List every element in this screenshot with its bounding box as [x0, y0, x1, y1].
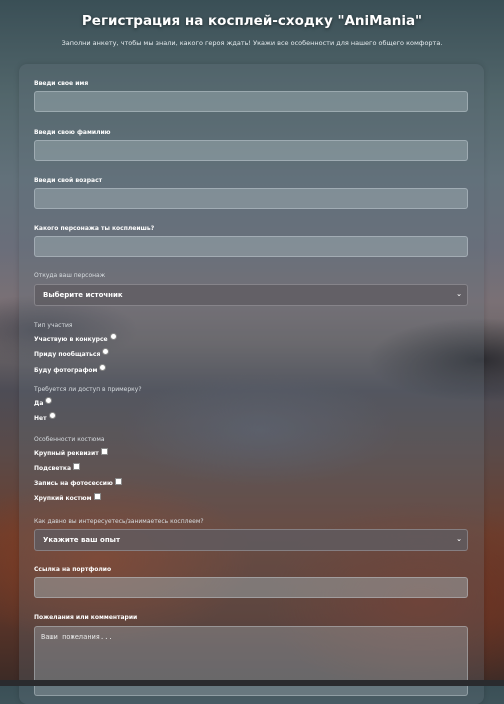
costume-option-lighting[interactable]: Подсветка: [34, 463, 81, 472]
page-subtitle: Заполни анкету, чтобы мы знали, какого г…: [61, 39, 443, 47]
age-label: Введи свой возраст: [34, 177, 103, 184]
participation-label: Тип участия: [34, 322, 73, 329]
last-name-label: Введи свою фамилию: [34, 129, 111, 136]
participation-option-contest[interactable]: Участвую в конкурсе: [34, 333, 117, 343]
source-select-value: Выберите источник: [43, 291, 123, 299]
participation-option-chat[interactable]: Приду пообщаться: [34, 348, 110, 358]
chevron-down-icon: ⌄: [456, 535, 462, 543]
radio-button[interactable]: [102, 348, 110, 355]
checkbox[interactable]: [114, 478, 122, 485]
participation-option-label: Буду фотографом: [34, 367, 98, 374]
comments-placeholder: Ваши пожелания...: [41, 633, 113, 641]
last-name-input[interactable]: [34, 140, 468, 161]
dressing-room-label: Требуется ли доступ в примерку?: [34, 386, 142, 393]
character-label: Какого персонажа ты косплеишь?: [34, 225, 155, 232]
dressing-option-yes[interactable]: Да: [34, 397, 53, 407]
costume-option-label: Запись на фотосессию: [34, 480, 113, 487]
costume-option-label: Крупный реквизит: [34, 450, 99, 457]
participation-option-label: Участвую в конкурсе: [34, 336, 108, 343]
dressing-option-label: Да: [34, 400, 44, 407]
portfolio-label: Ссылка на портфолио: [34, 566, 112, 573]
costume-option-label: Хрупкий костюм: [34, 495, 92, 502]
experience-select-value: Укажите ваш опыт: [43, 536, 121, 544]
participation-option-label: Приду пообщаться: [34, 351, 101, 358]
first-name-input[interactable]: [34, 91, 468, 112]
chevron-down-icon: ⌄: [456, 290, 462, 298]
experience-select[interactable]: Укажите ваш опыт ⌄: [34, 529, 468, 551]
checkbox[interactable]: [93, 493, 101, 500]
radio-button[interactable]: [48, 412, 56, 419]
first-name-label: Введи свое имя: [34, 80, 89, 87]
participation-option-photographer[interactable]: Буду фотографом: [34, 364, 107, 374]
dressing-option-no[interactable]: Нет: [34, 412, 56, 422]
radio-button[interactable]: [109, 333, 117, 340]
page-title: Регистрация на косплей-сходку "AniMania": [81, 13, 423, 29]
radio-button[interactable]: [99, 364, 107, 371]
window-bottom-edge: [0, 680, 504, 686]
source-label: Откуда ваш персонаж: [34, 272, 106, 279]
dressing-option-label: Нет: [34, 415, 47, 422]
checkbox[interactable]: [100, 448, 108, 455]
experience-label: Как давно вы интересуетесь/занимаетесь к…: [34, 518, 204, 525]
checkbox[interactable]: [73, 463, 81, 470]
source-select[interactable]: Выберите источник ⌄: [34, 284, 468, 306]
costume-option-photoshoot[interactable]: Запись на фотосессию: [34, 478, 122, 487]
costume-option-label: Подсветка: [34, 465, 72, 472]
age-input[interactable]: [34, 188, 468, 209]
comments-label: Пожелания или комментарии: [34, 614, 138, 621]
character-input[interactable]: [34, 236, 468, 257]
costume-features-label: Особенности костюма: [34, 436, 105, 443]
radio-button[interactable]: [45, 397, 53, 404]
costume-option-props[interactable]: Крупный реквизит: [34, 448, 108, 457]
costume-option-fragile[interactable]: Хрупкий костюм: [34, 493, 101, 502]
portfolio-input[interactable]: [34, 577, 468, 598]
